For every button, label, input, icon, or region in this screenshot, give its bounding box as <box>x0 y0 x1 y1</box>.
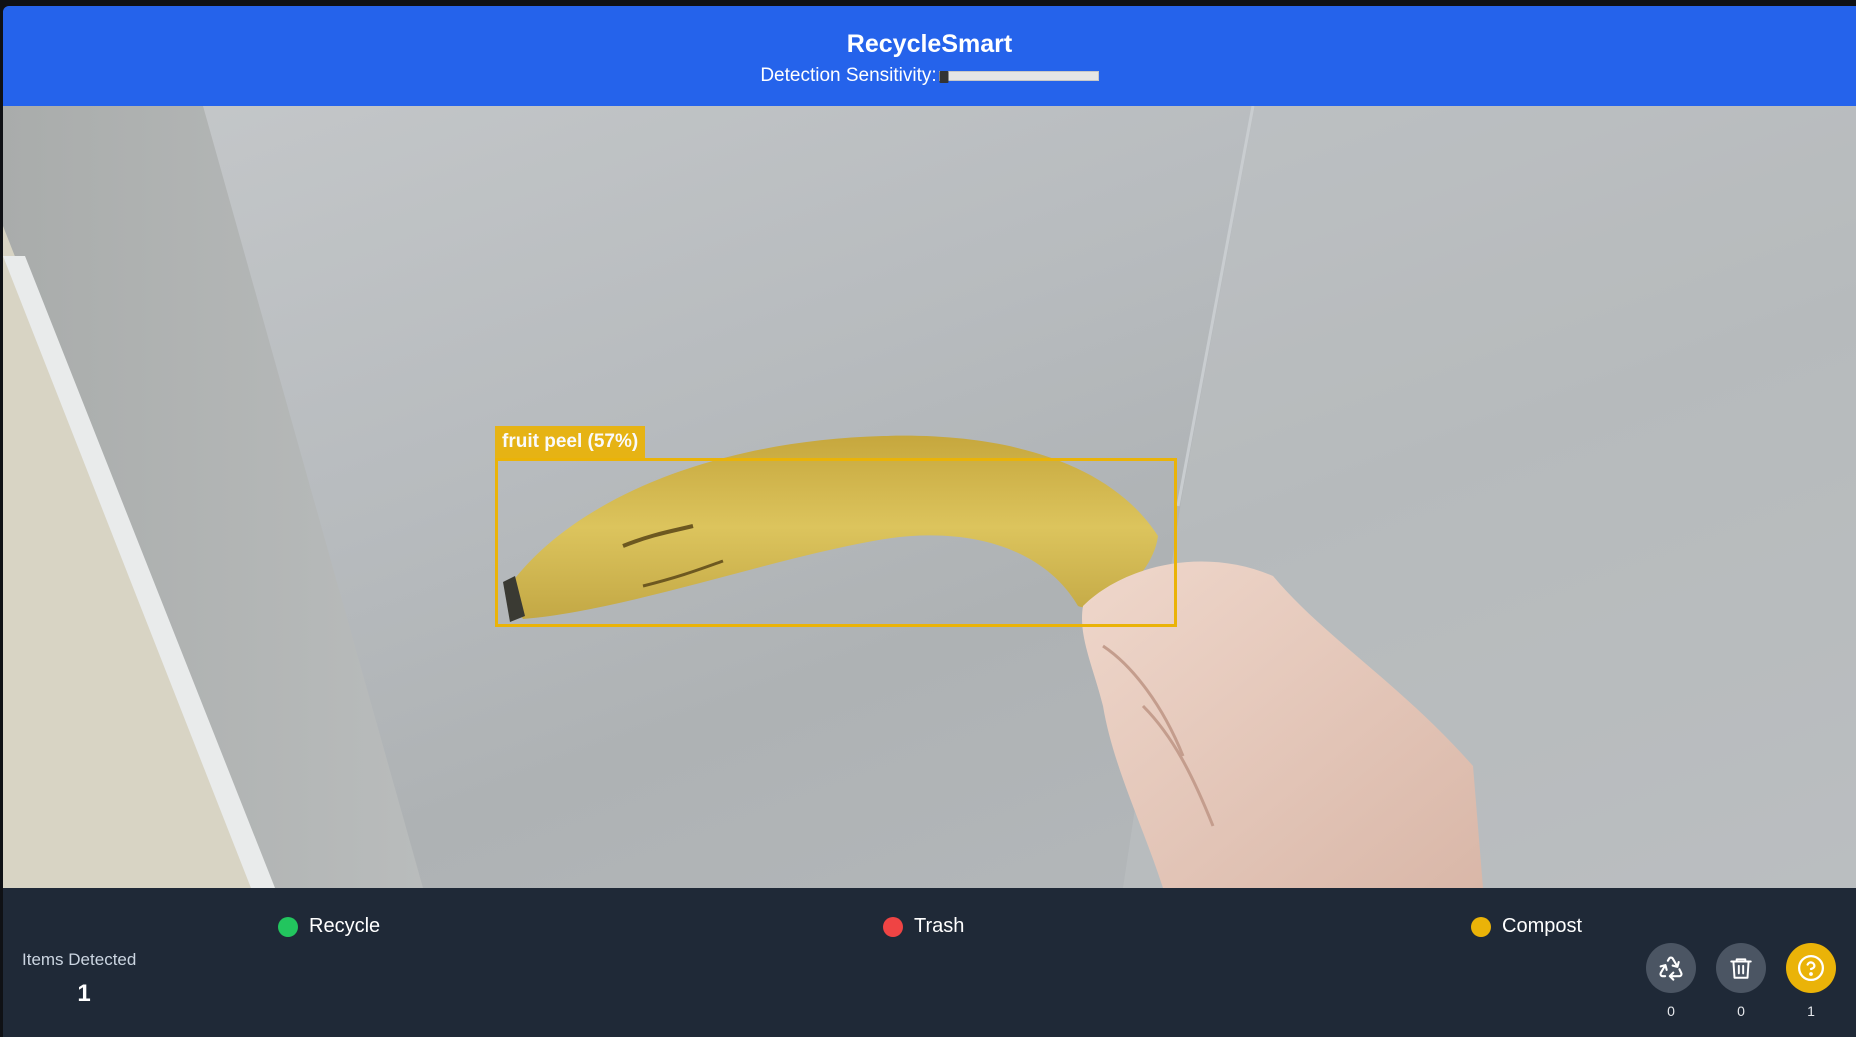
legend-recycle: Recycle <box>278 915 380 938</box>
detection-box <box>495 458 1177 627</box>
trash-bin: 0 <box>1716 943 1766 1019</box>
detection-label: fruit peel (57%) <box>495 426 646 458</box>
recycle-bin-button[interactable] <box>1646 943 1696 993</box>
legend-compost-label: Compost <box>1502 915 1583 937</box>
camera-feed: fruit peel (57%) <box>3 106 1856 888</box>
sensitivity-slider[interactable] <box>938 71 1099 83</box>
trash-count: 0 <box>1737 1003 1745 1019</box>
recycle-bin: 0 <box>1646 943 1696 1019</box>
compost-bin-button[interactable] <box>1786 943 1836 993</box>
compost-count: 1 <box>1807 1003 1815 1019</box>
legend-recycle-label: Recycle <box>309 915 381 937</box>
footer-panel: Recycle Trash Compost Items Detected 1 0… <box>3 888 1856 1037</box>
legend-trash-label: Trash <box>914 915 965 937</box>
recycle-count: 0 <box>1667 1003 1675 1019</box>
legend-trash: Trash <box>883 915 964 938</box>
items-detected-count: 1 <box>77 980 91 1007</box>
legend-compost: Compost <box>1471 915 1582 938</box>
app-header: RecycleSmart Detection Sensitivity: <box>3 6 1856 106</box>
items-detected-label: Items Detected <box>22 950 137 969</box>
sensitivity-label: Detection Sensitivity: <box>760 65 937 86</box>
recycle-icon <box>1659 956 1683 981</box>
compost-bin: 1 <box>1786 943 1836 1019</box>
app-title: RecycleSmart <box>846 30 1013 58</box>
trash-dot-icon <box>883 916 903 937</box>
sensitivity-row: Detection Sensitivity: <box>3 62 1856 90</box>
app-window: RecycleSmart Detection Sensitivity: frui… <box>3 6 1856 1037</box>
compost-dot-icon <box>1471 916 1491 937</box>
trash-bin-button[interactable] <box>1716 943 1766 993</box>
help-icon <box>1798 955 1824 981</box>
trash-icon <box>1730 958 1752 979</box>
recycle-dot-icon <box>278 916 298 937</box>
slider-thumb[interactable] <box>939 71 949 83</box>
